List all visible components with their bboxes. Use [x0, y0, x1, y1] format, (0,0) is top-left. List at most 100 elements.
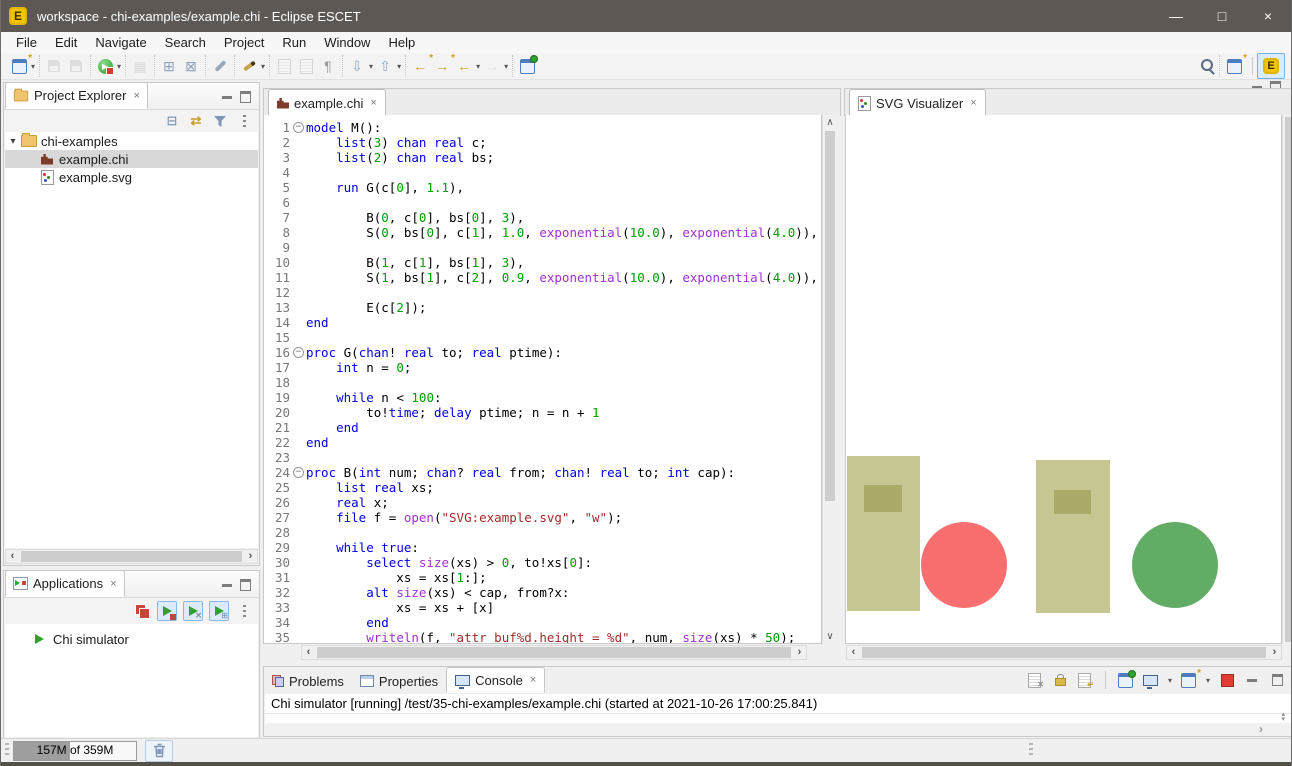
scroll-up-icon[interactable]: ∧ [823, 117, 837, 128]
view-menu-button[interactable] [235, 112, 253, 130]
expand-all-button[interactable]: ⊞ [159, 56, 179, 76]
project-explorer-hscrollbar[interactable]: ‹ › [5, 549, 258, 564]
pin-console-button[interactable] [1117, 671, 1135, 689]
close-button[interactable]: × [1245, 0, 1291, 32]
new-wizard-button[interactable]: * [9, 56, 29, 76]
tab-example-chi[interactable]: example.chi × [268, 89, 386, 116]
next-edit-location-button[interactable]: →* [432, 56, 452, 76]
expander-icon[interactable]: ▾ [5, 136, 21, 147]
clear-console-button[interactable]: ✕ [1026, 671, 1044, 689]
back-button[interactable]: ← [454, 56, 474, 76]
drag-handle[interactable] [1029, 743, 1033, 758]
maximize-icon[interactable] [240, 579, 251, 591]
project-tree[interactable]: ▾chi-examplesexample.chiexample.svg [5, 132, 258, 548]
close-icon[interactable]: × [133, 90, 139, 102]
view-menu-button[interactable] [235, 602, 253, 620]
tree-item-project[interactable]: ▾chi-examples [5, 132, 258, 150]
word-wrap-button[interactable]: ↵ [1076, 671, 1094, 689]
escet-perspective-button[interactable]: E [1257, 53, 1285, 79]
menu-window[interactable]: Window [315, 33, 379, 52]
open-console-button[interactable]: * [1180, 671, 1198, 689]
close-icon[interactable]: × [110, 578, 116, 590]
scroll-right-icon[interactable]: › [244, 551, 257, 562]
tree-item-example-chi[interactable]: example.chi [5, 150, 258, 168]
dropdown-arrow-icon[interactable]: ▾ [261, 62, 265, 71]
tab-svg-visualizer[interactable]: SVG Visualizer × [849, 89, 986, 116]
overflow-chevron-icon[interactable]: › [1259, 722, 1263, 736]
display-console-button[interactable] [1142, 671, 1160, 689]
tree-item-example-svg[interactable]: example.svg [5, 168, 258, 186]
open-perspective-button[interactable]: * [1224, 56, 1244, 76]
auto-terminate-toggle[interactable] [157, 601, 177, 621]
tab-problems[interactable]: Problems [264, 669, 352, 693]
auto-remove-toggle[interactable]: ✕ [183, 601, 203, 621]
application-item[interactable]: Chi simulator [5, 630, 258, 648]
console-hscroll-strip[interactable]: › [265, 723, 1291, 735]
close-icon[interactable]: × [530, 674, 536, 686]
scrollbar-thumb[interactable] [21, 551, 242, 562]
auto-expand-toggle[interactable]: ⊞ [209, 601, 229, 621]
run-button[interactable]: ▶ [95, 56, 115, 76]
fold-collapse-icon[interactable]: − [293, 467, 304, 478]
minimize-view-button[interactable] [1243, 671, 1261, 689]
dropdown-arrow-icon[interactable]: ▾ [1168, 676, 1172, 685]
svg-hscrollbar[interactable]: ‹ › [846, 645, 1282, 660]
scrollbar-thumb[interactable] [317, 647, 791, 658]
menu-navigate[interactable]: Navigate [86, 33, 155, 52]
menu-help[interactable]: Help [379, 33, 424, 52]
dropdown-arrow-icon[interactable]: ▾ [476, 62, 480, 71]
pin-editor-button[interactable] [517, 56, 537, 76]
maximize-button[interactable]: □ [1199, 0, 1245, 32]
scroll-right-icon[interactable]: › [793, 647, 806, 658]
link-with-editor-button[interactable]: ⇄ [187, 112, 205, 130]
svg-vscrollbar[interactable] [1282, 115, 1292, 644]
wrench-button[interactable] [210, 56, 230, 76]
scrollbar-thumb[interactable] [862, 647, 1266, 658]
menu-edit[interactable]: Edit [46, 33, 86, 52]
dropdown-arrow-icon[interactable]: ▾ [117, 62, 121, 71]
menu-search[interactable]: Search [156, 33, 215, 52]
previous-annotation-button[interactable]: ⇧ [375, 56, 395, 76]
code-editor[interactable]: 1−model M():2 list(3) chan real c;3 list… [263, 115, 822, 644]
dropdown-arrow-icon[interactable]: ▾ [369, 62, 373, 71]
minimize-button[interactable]: — [1153, 0, 1199, 32]
editor-hscrollbar[interactable]: ‹ › [301, 645, 807, 660]
tab-properties[interactable]: Properties [352, 669, 446, 693]
search-button[interactable] [1198, 56, 1218, 76]
minimize-icon[interactable] [222, 584, 232, 587]
editor-vscrollbar[interactable]: ∧ ∨ [822, 115, 837, 644]
collapse-all-button[interactable]: ⊟ [163, 112, 181, 130]
terminate-all-button[interactable] [133, 602, 151, 620]
drag-handle[interactable] [5, 743, 9, 758]
scroll-left-icon[interactable]: ‹ [847, 647, 860, 658]
applications-list[interactable]: Chi simulator [5, 624, 258, 737]
collapse-all-edit-button[interactable]: ⊠ [181, 56, 201, 76]
scrollbar-thumb[interactable] [1285, 117, 1291, 642]
scroll-down-icon[interactable]: ∨ [823, 631, 837, 642]
last-edit-location-button[interactable]: ←* [410, 56, 430, 76]
dropdown-arrow-icon[interactable]: ▾ [504, 62, 508, 71]
tab-console[interactable]: Console× [446, 667, 545, 693]
scroll-lock-button[interactable] [1051, 671, 1069, 689]
console-resize-widget[interactable]: ▴▾ [1281, 712, 1285, 722]
close-icon[interactable]: × [370, 97, 376, 109]
fold-collapse-icon[interactable]: − [293, 122, 304, 133]
tab-applications[interactable]: Applications × [5, 570, 125, 597]
terminate-button[interactable] [1218, 671, 1236, 689]
menu-run[interactable]: Run [273, 33, 315, 52]
dropdown-arrow-icon[interactable]: ▾ [1206, 676, 1210, 685]
fold-collapse-icon[interactable]: − [293, 347, 304, 358]
tab-project-explorer[interactable]: Project Explorer × [5, 82, 148, 109]
next-annotation-button[interactable]: ⇩ [347, 56, 367, 76]
maximize-view-button[interactable] [1268, 671, 1286, 689]
run-garbage-collector-button[interactable] [145, 740, 173, 762]
highlight-brush-button[interactable] [239, 56, 259, 76]
menu-file[interactable]: File [7, 33, 46, 52]
scroll-right-icon[interactable]: › [1268, 647, 1281, 658]
minimize-icon[interactable] [222, 96, 232, 99]
scroll-left-icon[interactable]: ‹ [302, 647, 315, 658]
maximize-icon[interactable] [240, 91, 251, 103]
scrollbar-thumb[interactable] [825, 131, 835, 501]
dropdown-arrow-icon[interactable]: ▾ [397, 62, 401, 71]
menu-project[interactable]: Project [215, 33, 273, 52]
